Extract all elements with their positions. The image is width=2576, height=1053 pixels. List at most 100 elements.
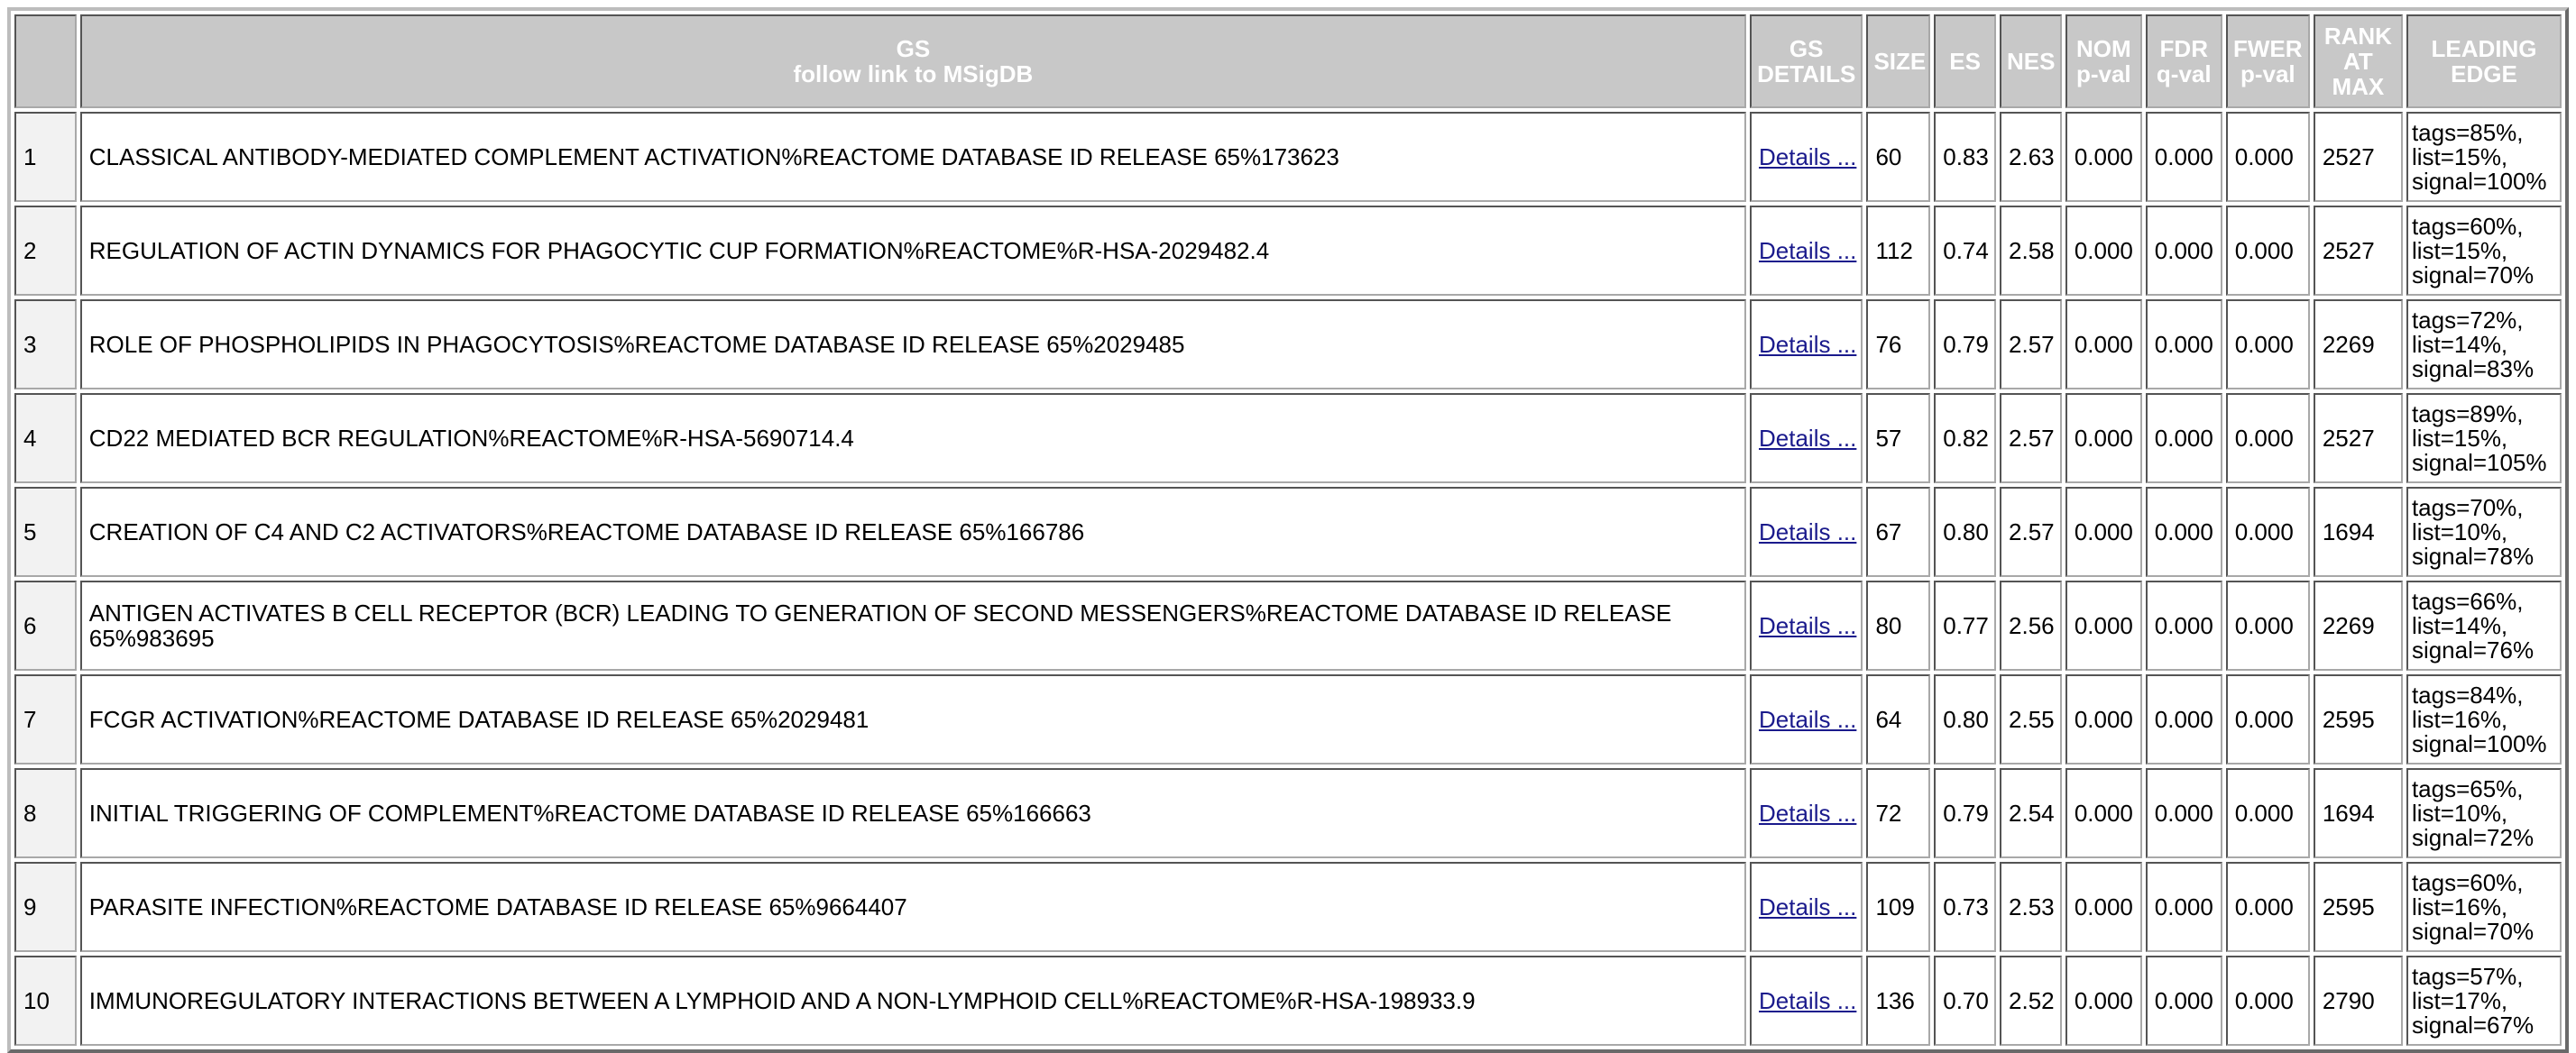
fdr-qval-value: 0.000 <box>2145 299 2222 389</box>
rank-at-max-value: 2595 <box>2313 862 2403 952</box>
leading-edge-value: tags=66%, list=14%, signal=76% <box>2406 581 2562 671</box>
fwer-pval-value: 0.000 <box>2225 393 2310 483</box>
gene-set-name-link[interactable]: CLASSICAL ANTIBODY-MEDIATED COMPLEMENT A… <box>79 112 1746 202</box>
size-value: 109 <box>1866 862 1931 952</box>
fwer-pval-value: 0.000 <box>2225 206 2310 296</box>
details-link[interactable]: Details ... <box>1759 800 1856 827</box>
gs-header-title: GS <box>896 35 931 62</box>
nes-value: 2.63 <box>2000 112 2062 202</box>
details-link[interactable]: Details ... <box>1759 143 1856 170</box>
gene-set-name-link[interactable]: CD22 MEDIATED BCR REGULATION%REACTOME%R-… <box>79 393 1746 483</box>
gene-set-name-link[interactable]: PARASITE INFECTION%REACTOME DATABASE ID … <box>79 862 1746 952</box>
table-row: 5 CREATION OF C4 AND C2 ACTIVATORS%REACTO… <box>14 487 2562 577</box>
fdr-qval-value: 0.000 <box>2145 112 2222 202</box>
rank-at-max-value: 2527 <box>2313 393 2403 483</box>
gene-set-name-link[interactable]: IMMUNOREGULATORY INTERACTIONS BETWEEN A … <box>79 956 1746 1046</box>
leading-edge-value: tags=89%, list=15%, signal=105% <box>2406 393 2562 483</box>
nom-header-line1: NOM <box>2075 35 2131 62</box>
results-body: 1 CLASSICAL ANTIBODY-MEDIATED COMPLEMENT … <box>14 112 2562 1046</box>
gs-header: GS follow link to MSigDB <box>79 14 1746 108</box>
details-link[interactable]: Details ... <box>1759 893 1856 920</box>
row-rank: 6 <box>14 581 77 671</box>
es-value: 0.82 <box>1934 393 1997 483</box>
fdr-qval-header: FDR q-val <box>2145 14 2222 108</box>
table-row: 9 PARASITE INFECTION%REACTOME DATABASE ID… <box>14 862 2562 952</box>
details-link[interactable]: Details ... <box>1759 237 1856 264</box>
leading-edge-list: list=14%, <box>2411 330 2508 358</box>
nom-pval-value: 0.000 <box>2065 674 2142 765</box>
rank-at-max-header: RANK AT MAX <box>2313 14 2403 108</box>
leading-edge-signal: signal=70% <box>2411 261 2535 288</box>
nes-value: 2.56 <box>2000 581 2062 671</box>
leading-edge-signal: signal=105% <box>2411 448 2547 476</box>
es-value: 0.79 <box>1934 299 1997 389</box>
fwer-pval-value: 0.000 <box>2225 768 2310 858</box>
details-link[interactable]: Details ... <box>1759 706 1856 733</box>
es-value: 0.80 <box>1934 674 1997 765</box>
nom-pval-value: 0.000 <box>2065 206 2142 296</box>
gene-set-name-link[interactable]: REGULATION OF ACTIN DYNAMICS FOR PHAGOCY… <box>79 206 1746 296</box>
gs-details-header-line1: GS <box>1789 35 1824 62</box>
leading-edge-value: tags=60%, list=16%, signal=70% <box>2406 862 2562 952</box>
leading-edge-signal: signal=83% <box>2411 354 2535 382</box>
details-cell: Details ... <box>1750 112 1863 202</box>
gene-set-name-link[interactable]: INITIAL TRIGGERING OF COMPLEMENT%REACTOM… <box>79 768 1746 858</box>
nes-header-label: NES <box>2007 48 2056 75</box>
details-link[interactable]: Details ... <box>1759 425 1856 452</box>
size-header: SIZE <box>1866 14 1931 108</box>
table-row: 7 FCGR ACTIVATION%REACTOME DATABASE ID RE… <box>14 674 2562 765</box>
leading-edge-signal: signal=76% <box>2411 636 2535 664</box>
fwer-pval-value: 0.000 <box>2225 581 2310 671</box>
es-value: 0.83 <box>1934 112 1997 202</box>
leading-edge-list: list=17%, <box>2411 986 2508 1014</box>
gene-set-name-link[interactable]: CREATION OF C4 AND C2 ACTIVATORS%REACTOM… <box>79 487 1746 577</box>
size-value: 76 <box>1866 299 1931 389</box>
gene-set-name-link[interactable]: ANTIGEN ACTIVATES B CELL RECEPTOR (BCR) … <box>79 581 1746 671</box>
nom-pval-value: 0.000 <box>2065 956 2142 1046</box>
nom-pval-value: 0.000 <box>2065 768 2142 858</box>
rank-header-line1: RANK <box>2323 23 2392 50</box>
row-rank: 4 <box>14 393 77 483</box>
es-header-label: ES <box>1949 48 1981 75</box>
row-rank: 7 <box>14 674 77 765</box>
size-header-label: SIZE <box>1873 48 1927 75</box>
rank-at-max-value: 2269 <box>2313 299 2403 389</box>
gene-set-name-link[interactable]: ROLE OF PHOSPHOLIPIDS IN PHAGOCYTOSIS%RE… <box>79 299 1746 389</box>
fdr-qval-value: 0.000 <box>2145 768 2222 858</box>
fwer-pval-value: 0.000 <box>2225 487 2310 577</box>
details-link[interactable]: Details ... <box>1759 331 1856 358</box>
fdr-qval-value: 0.000 <box>2145 862 2222 952</box>
es-value: 0.77 <box>1934 581 1997 671</box>
row-rank: 5 <box>14 487 77 577</box>
leading-edge-list: list=16%, <box>2411 893 2508 920</box>
details-cell: Details ... <box>1750 299 1863 389</box>
details-cell: Details ... <box>1750 206 1863 296</box>
leading-edge-value: tags=85%, list=15%, signal=100% <box>2406 112 2562 202</box>
leading-edge-signal: signal=72% <box>2411 823 2535 851</box>
row-rank: 3 <box>14 299 77 389</box>
row-rank: 10 <box>14 956 77 1046</box>
leading-edge-list: list=10%, <box>2411 517 2508 545</box>
leading-edge-value: tags=84%, list=16%, signal=100% <box>2406 674 2562 765</box>
details-link[interactable]: Details ... <box>1759 987 1856 1014</box>
table-row: 3 ROLE OF PHOSPHOLIPIDS IN PHAGOCYTOSIS%R… <box>14 299 2562 389</box>
nom-pval-value: 0.000 <box>2065 299 2142 389</box>
fwer-pval-value: 0.000 <box>2225 299 2310 389</box>
gs-header-subtitle: follow link to MSigDB <box>793 60 1034 87</box>
details-cell: Details ... <box>1750 768 1863 858</box>
row-rank: 2 <box>14 206 77 296</box>
table-row: 6 ANTIGEN ACTIVATES B CELL RECEPTOR (BCR)… <box>14 581 2562 671</box>
details-link[interactable]: Details ... <box>1759 518 1856 545</box>
nes-header: NES <box>2000 14 2062 108</box>
leading-edge-list: list=15%, <box>2411 236 2508 264</box>
leading-edge-value: tags=65%, list=10%, signal=72% <box>2406 768 2562 858</box>
details-cell: Details ... <box>1750 674 1863 765</box>
leading-edge-list: list=16%, <box>2411 705 2508 733</box>
fdr-header-line2: q-val <box>2156 60 2212 87</box>
leading-edge-signal: signal=100% <box>2411 729 2547 757</box>
header-row: GS follow link to MSigDB GS DETAILS SIZE… <box>14 14 2562 108</box>
gene-set-name-link[interactable]: FCGR ACTIVATION%REACTOME DATABASE ID REL… <box>79 674 1746 765</box>
nes-value: 2.57 <box>2000 299 2062 389</box>
fwer-header-line2: p-val <box>2240 60 2295 87</box>
details-link[interactable]: Details ... <box>1759 612 1856 639</box>
